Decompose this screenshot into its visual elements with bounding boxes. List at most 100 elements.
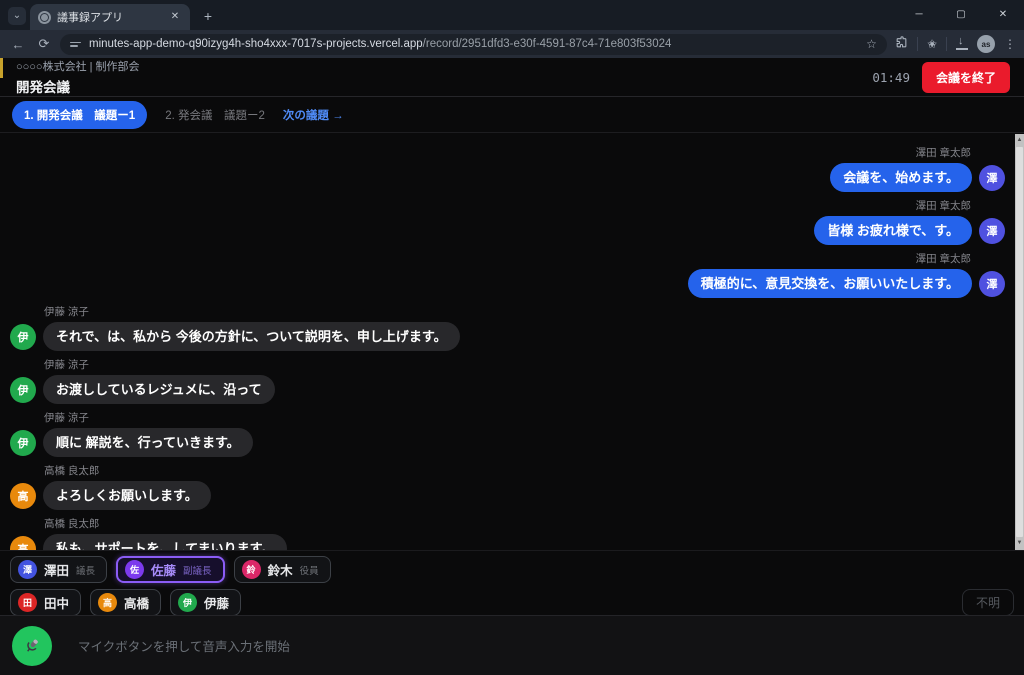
speaker-select-button[interactable]: 佐 佐藤 副議長	[116, 556, 225, 583]
browser-tab[interactable]: 議事録アプリ ✕	[30, 4, 190, 30]
site-settings-icon[interactable]	[70, 42, 81, 47]
speaker-avatar: 高	[10, 536, 36, 551]
message-bubble[interactable]: 会議を、始めます。	[830, 163, 972, 192]
scrollbar-up-icon[interactable]: ▲	[1015, 134, 1024, 147]
profile-avatar[interactable]: as	[977, 35, 995, 53]
voice-input-bar: マイクボタンを押して音声入力を開始	[0, 615, 1024, 675]
message-bubble[interactable]: よろしくお願いします。	[43, 481, 211, 510]
chat-message: 伊藤 涼子 伊 それで、は、私から 今後の方針に、ついて説明を、申し上げます。	[10, 306, 1005, 351]
speaker-name: 佐藤	[151, 560, 176, 579]
message-sender-name: 伊藤 涼子	[44, 359, 1005, 372]
chat-message: 澤田 章太郎 澤 皆様 お疲れ様で、す。	[10, 200, 1005, 245]
speaker-avatar: 伊	[10, 377, 36, 403]
topic-tab-next[interactable]: 2. 発会議 議題ー2	[165, 107, 265, 123]
speaker-avatar: 伊	[10, 430, 36, 456]
message-bubble[interactable]: 順に 解説を、行っていきます。	[43, 428, 253, 457]
message-bubble[interactable]: 皆様 お疲れ様で、す。	[814, 216, 972, 245]
speaker-row-2: 田 田中 高 高橋 伊 伊藤 不明	[10, 589, 1014, 616]
topic-bar: 1. 開発会議 議題ー1 2. 発会議 議題ー2 次の議題 →	[0, 98, 1024, 133]
message-sender-name: 伊藤 涼子	[44, 306, 1005, 319]
toolbar-right: ✬ as ⋮	[893, 35, 1016, 53]
minutes-app: ○○○○株式会社 | 制作部会 開発会議 01:49 会議を終了 1. 開発会議…	[0, 58, 1024, 675]
browser-toolbar: ← ⟳ minutes-app-demo-q90izyg4h-sho4xxx-7…	[0, 30, 1024, 58]
back-icon[interactable]: ←	[8, 37, 28, 52]
scrollbar-thumb[interactable]	[1016, 147, 1023, 537]
chat-message: 伊藤 涼子 伊 順に 解説を、行っていきます。	[10, 412, 1005, 457]
message-sender-name: 伊藤 涼子	[44, 412, 1005, 425]
meeting-title: 開発会議	[16, 76, 140, 96]
speaker-name: 高橋	[124, 593, 149, 612]
speaker-avatar: 田	[18, 593, 37, 612]
message-bubble[interactable]: お渡ししているレジュメに、沿って	[43, 375, 275, 404]
speaker-name: 澤田	[44, 560, 69, 579]
message-bubble[interactable]: 積極的に、意見交換を、お願いいたします。	[688, 269, 972, 298]
kebab-menu-icon[interactable]: ⋮	[1004, 37, 1016, 51]
speaker-name: 田中	[44, 593, 69, 612]
window-close-button[interactable]: ✕	[982, 0, 1024, 28]
message-sender-name: 澤田 章太郎	[10, 147, 971, 160]
speaker-avatar: 高	[10, 483, 36, 509]
window-maximize-button[interactable]: ▢	[940, 0, 982, 28]
speaker-select-button[interactable]: 田 田中	[10, 589, 81, 616]
message-sender-name: 高橋 良太郎	[44, 518, 1005, 531]
meeting-timer: 01:49	[872, 70, 910, 85]
next-topic-link[interactable]: 次の議題 →	[283, 107, 344, 123]
bookmark-star-icon[interactable]: ☆	[866, 37, 877, 51]
speaker-name: 鈴木	[268, 560, 293, 579]
chat-transcript: 澤田 章太郎 澤 会議を、始めます。 澤田 章太郎 澤 皆様 お疲れ様で、す。 …	[0, 134, 1015, 550]
mic-hint-text: マイクボタンを押して音声入力を開始	[78, 636, 290, 655]
chat-message: 高橋 良太郎 高 私も、サポートを、してまいります。	[10, 518, 1005, 550]
topic-tab-active[interactable]: 1. 開発会議 議題ー1	[12, 101, 147, 129]
speaker-unknown-button[interactable]: 不明	[962, 589, 1014, 616]
speaker-role: 議長	[76, 563, 95, 577]
url-text: minutes-app-demo-q90izyg4h-sho4xxx-7017s…	[89, 38, 858, 50]
toolbar-divider	[917, 37, 918, 51]
window-minimize-button[interactable]: ─	[898, 0, 940, 28]
speaker-avatar: 高	[98, 593, 117, 612]
tab-close-icon[interactable]: ✕	[168, 10, 182, 24]
downloads-icon[interactable]	[956, 38, 968, 50]
chat-message: 澤田 章太郎 澤 積極的に、意見交換を、お願いいたします。	[10, 253, 1005, 298]
message-bubble[interactable]: それで、は、私から 今後の方針に、ついて説明を、申し上げます。	[43, 322, 460, 351]
tab-search-button[interactable]: ⌄	[8, 7, 26, 25]
url-bar[interactable]: minutes-app-demo-q90izyg4h-sho4xxx-7017s…	[60, 34, 887, 55]
speaker-role: 副議長	[183, 563, 212, 577]
speaker-select-button[interactable]: 澤 澤田 議長	[10, 556, 107, 583]
message-sender-name: 澤田 章太郎	[10, 200, 971, 213]
message-sender-name: 澤田 章太郎	[10, 253, 971, 266]
refresh-icon[interactable]: ⟳	[34, 36, 54, 52]
site-favicon-icon	[38, 11, 51, 24]
message-sender-name: 高橋 良太郎	[44, 465, 1005, 478]
speaker-avatar: 澤	[979, 218, 1005, 244]
speaker-select-button[interactable]: 伊 伊藤	[170, 589, 241, 616]
speaker-avatar: 伊	[10, 324, 36, 350]
tab-title: 議事録アプリ	[57, 9, 162, 25]
message-bubble[interactable]: 私も、サポートを、してまいります。	[43, 534, 287, 550]
speaker-avatar: 佐	[125, 560, 144, 579]
new-tab-button[interactable]: +	[198, 8, 218, 24]
speaker-panel: 澤 澤田 議長 佐 佐藤 副議長 鈴 鈴木 役員 田 田中 高 高橋 伊 伊藤 …	[0, 550, 1024, 614]
chat-message: 澤田 章太郎 澤 会議を、始めます。	[10, 147, 1005, 192]
scrollbar-down-icon[interactable]: ▼	[1015, 537, 1024, 550]
speaker-avatar: 鈴	[242, 560, 261, 579]
app-window: ⌄ 議事録アプリ ✕ + ─ ▢ ✕ ← ⟳ minutes-app-demo-…	[0, 0, 1024, 675]
microphone-icon	[19, 633, 44, 658]
company-label: ○○○○株式会社 | 制作部会	[16, 58, 140, 74]
mic-button[interactable]	[12, 626, 52, 666]
browser-tabstrip: ⌄ 議事録アプリ ✕ + ─ ▢ ✕	[0, 0, 1024, 30]
speaker-select-button[interactable]: 高 高橋	[90, 589, 161, 616]
chat-scrollbar[interactable]: ▲ ▼	[1015, 134, 1024, 550]
chat-message: 伊藤 涼子 伊 お渡ししているレジュメに、沿って	[10, 359, 1005, 404]
speaker-avatar: 澤	[979, 271, 1005, 297]
speaker-avatar: 伊	[178, 593, 197, 612]
chat-message: 高橋 良太郎 高 よろしくお願いします。	[10, 465, 1005, 510]
star-sparkle-icon[interactable]: ✬	[927, 37, 937, 51]
speaker-name: 伊藤	[204, 593, 229, 612]
speaker-select-button[interactable]: 鈴 鈴木 役員	[234, 556, 331, 583]
speaker-role: 役員	[300, 563, 319, 577]
toolbar-divider	[946, 37, 947, 51]
app-header: ○○○○株式会社 | 制作部会 開発会議 01:49 会議を終了	[0, 58, 1024, 97]
extensions-icon[interactable]	[895, 36, 908, 52]
end-meeting-button[interactable]: 会議を終了	[922, 62, 1010, 93]
speaker-avatar: 澤	[979, 165, 1005, 191]
